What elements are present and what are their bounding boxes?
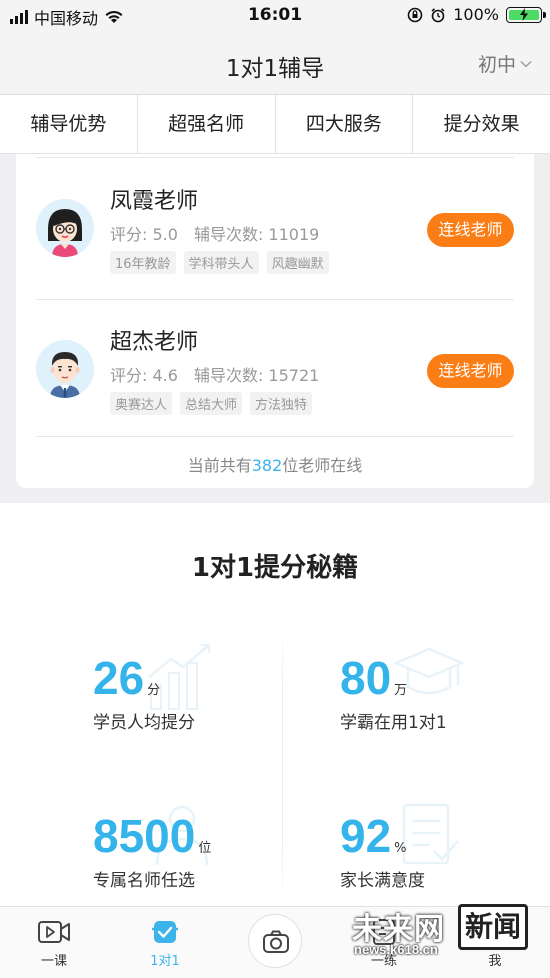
tag-list: 奥赛达人 总结大师 方法独特 xyxy=(110,392,313,415)
tag: 学科带头人 xyxy=(183,251,259,274)
online-teacher-count: 当前共有382位老师在线 xyxy=(16,452,534,476)
section-tabs: 辅导优势 超强名师 四大服务 提分效果 xyxy=(0,95,550,154)
stat-parent-satisfaction: 92% 家长满意度 xyxy=(340,801,550,911)
alarm-icon xyxy=(431,7,445,22)
stat-value: 80 万 xyxy=(340,651,407,705)
divider xyxy=(36,436,514,437)
stat-unit: 分 xyxy=(147,683,161,698)
watermark: 未来网 新闻 news.k618.cn xyxy=(340,902,550,977)
video-icon xyxy=(38,921,70,943)
tag-list: 16年教龄 学科带头人 风趣幽默 xyxy=(110,251,329,274)
stat-unit: 万 xyxy=(394,683,408,698)
camera-icon xyxy=(263,930,289,953)
teacher-score: 评分: 4.6 xyxy=(110,366,178,385)
status-bar: 中国移动 16:01 100% xyxy=(0,0,550,30)
nav-bar: 1对1辅导 初中 xyxy=(0,30,550,95)
teacher-score: 评分: 5.0 xyxy=(110,225,178,244)
avatar xyxy=(36,199,94,257)
stat-number: 8500 xyxy=(93,810,196,862)
teacher-row: 凤霞老师 评分: 5.0 辅导次数: 11019 16年教龄 学科带头人 风趣幽默… xyxy=(16,159,534,299)
tag: 16年教龄 xyxy=(110,251,176,274)
camera-button[interactable] xyxy=(248,914,302,968)
stat-value: 8500 位 xyxy=(93,809,211,863)
teacher-row: 超杰老师 评分: 4.6 辅导次数: 15721 奥赛达人 总结大师 方法独特 连… xyxy=(36,299,514,440)
watermark-news: 新闻 xyxy=(458,904,529,950)
teacher-session-count: 辅导次数: 15721 xyxy=(193,366,320,385)
online-number: 382 xyxy=(251,456,283,475)
teacher-name: 超杰老师 xyxy=(110,330,199,355)
battery-percent: 100% xyxy=(453,5,499,24)
tab-advantages[interactable]: 辅导优势 xyxy=(0,95,138,153)
avatar xyxy=(36,340,94,398)
stat-value: 92% xyxy=(340,809,407,863)
online-suffix: 位老师在线 xyxy=(282,456,363,475)
tab-services[interactable]: 四大服务 xyxy=(276,95,414,153)
teacher-stats: 评分: 4.6 辅导次数: 15721 xyxy=(110,362,319,386)
stat-label: 学霸在用1对1 xyxy=(340,713,447,733)
stat-label: 学员人均提分 xyxy=(93,713,195,733)
stat-number: 80 xyxy=(340,652,392,704)
teacher-stats: 评分: 5.0 辅导次数: 11019 xyxy=(110,221,319,245)
online-prefix: 当前共有 xyxy=(187,456,252,475)
connect-teacher-button[interactable]: 连线老师 xyxy=(427,213,514,247)
score-secrets-section: 1对1提分秘籍 26 分 学员人均提分 80 万 学霸在用1对1 8500 位 … xyxy=(0,503,550,906)
page-title: 1对1辅导 xyxy=(225,56,325,82)
tabbar-label: 一课 xyxy=(40,954,67,969)
chevron-down-icon xyxy=(520,60,532,67)
teacher-card: 凤霞老师 评分: 5.0 辅导次数: 11019 16年教龄 学科带头人 风趣幽默… xyxy=(16,154,534,488)
tabbar-item-tutor[interactable]: 1对1 xyxy=(135,917,195,969)
teacher-session-count: 辅导次数: 11019 xyxy=(193,225,320,244)
male-teacher-avatar-icon xyxy=(36,340,94,398)
rotation-lock-icon xyxy=(407,7,423,22)
tag: 总结大师 xyxy=(180,392,243,415)
tabbar-label: 1对1 xyxy=(150,954,180,969)
stat-top-students: 80 万 学霸在用1对1 xyxy=(340,643,550,753)
battery-icon xyxy=(506,6,546,23)
stat-unit: % xyxy=(394,841,407,856)
stat-value: 26 分 xyxy=(93,651,160,705)
stat-number: 26 xyxy=(93,652,145,704)
tab-results[interactable]: 提分效果 xyxy=(413,95,550,153)
watermark-url: news.k618.cn xyxy=(354,942,438,957)
teacher-name: 凤霞老师 xyxy=(110,189,199,214)
tabbar-item-lesson[interactable]: 一课 xyxy=(24,917,84,969)
grade-selector[interactable]: 初中 xyxy=(478,50,532,77)
stat-unit: 位 xyxy=(198,841,212,856)
stat-number: 92 xyxy=(340,810,392,862)
status-right: 100% xyxy=(407,5,546,24)
grade-label: 初中 xyxy=(477,54,516,76)
connect-teacher-button[interactable]: 连线老师 xyxy=(427,354,514,388)
stat-avg-score-gain: 26 分 学员人均提分 xyxy=(93,643,323,753)
charging-icon xyxy=(520,7,528,21)
stat-label: 专属名师任选 xyxy=(93,871,195,891)
section-title: 1对1提分秘籍 xyxy=(191,553,359,583)
divider xyxy=(36,157,514,158)
stat-label: 家长满意度 xyxy=(340,871,425,891)
tag: 奥赛达人 xyxy=(110,392,173,415)
female-teacher-avatar-icon xyxy=(36,199,94,257)
stat-exclusive-teachers: 8500 位 专属名师任选 xyxy=(93,801,323,911)
tag: 风趣幽默 xyxy=(266,251,329,274)
tutor-icon xyxy=(152,921,178,943)
tag: 方法独特 xyxy=(250,392,313,415)
tab-teachers[interactable]: 超强名师 xyxy=(138,95,276,153)
